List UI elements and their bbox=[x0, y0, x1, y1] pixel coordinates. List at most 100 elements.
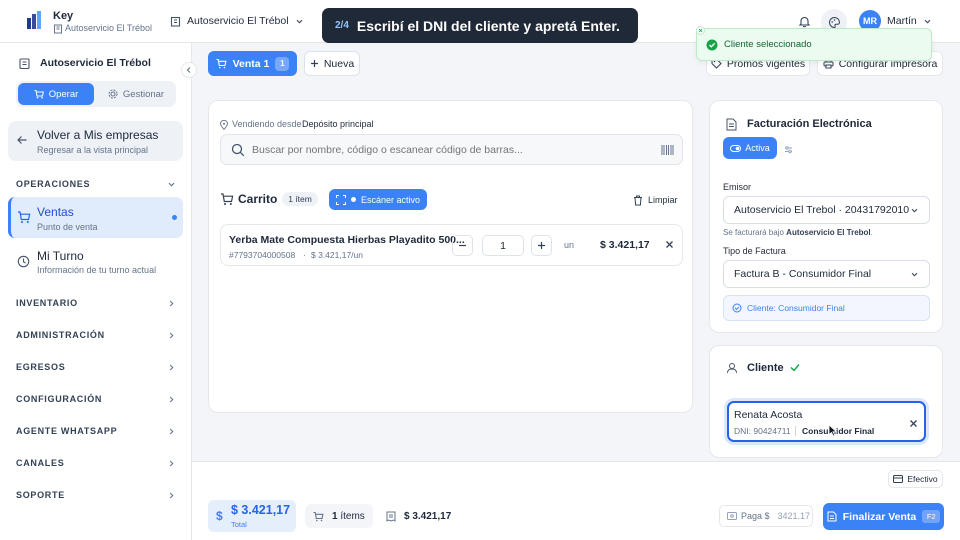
store-selector[interactable]: Autoservicio El Trébol bbox=[170, 13, 304, 29]
client-info-text: Cliente: Consumidor Final bbox=[747, 303, 845, 313]
scanner-label: Escáner activo bbox=[360, 194, 421, 205]
scanner-toggle-button[interactable]: Escáner activo bbox=[329, 189, 427, 210]
app-logo-icon bbox=[26, 10, 42, 30]
section-operaciones[interactable]: OPERACIONES bbox=[16, 177, 176, 191]
paid-amount-field[interactable]: Paga $ 3421.17 bbox=[719, 505, 813, 527]
tour-message: Escribí el DNI del cliente y apretá Ente… bbox=[356, 17, 620, 34]
section-agente-whatsapp[interactable]: AGENTE WHATSAPP bbox=[16, 424, 176, 438]
finalize-sale-button[interactable]: Finalizar Venta F2 bbox=[823, 503, 944, 530]
invoice-title: Facturación Electrónica bbox=[747, 118, 872, 130]
section-soporte[interactable]: SOPORTE bbox=[16, 488, 176, 502]
chevron-right-icon bbox=[167, 395, 176, 404]
emisor-note-suffix: . bbox=[870, 228, 873, 237]
toast-close-icon[interactable] bbox=[696, 26, 705, 35]
client-dni: DNI: 90424711 bbox=[734, 426, 791, 436]
decrease-quantity-button[interactable] bbox=[452, 235, 473, 256]
user-chevron-down-icon bbox=[923, 17, 932, 26]
tab-venta-1[interactable]: Venta 1 1 bbox=[208, 51, 297, 76]
cart-icon bbox=[220, 192, 234, 206]
chevron-right-icon bbox=[167, 427, 176, 436]
mode-switch: Operar Gestionar bbox=[16, 81, 176, 107]
selling-from-value: Depósito principal bbox=[302, 119, 374, 129]
new-sale-button[interactable]: Nueva bbox=[304, 51, 360, 76]
clear-cart-label: Limpiar bbox=[648, 195, 678, 205]
selected-client-card[interactable]: Renata Acosta DNI: 90424711 Consumidor F… bbox=[727, 401, 926, 442]
cash-icon bbox=[893, 475, 904, 483]
chevron-down-icon bbox=[295, 17, 304, 26]
section-label: AGENTE WHATSAPP bbox=[16, 426, 118, 436]
settings-sliders-icon[interactable] bbox=[784, 145, 793, 154]
tipo-factura-label: Tipo de Factura bbox=[723, 246, 786, 256]
section-configuracion[interactable]: CONFIGURACIÓN bbox=[16, 392, 176, 406]
chevron-down-icon bbox=[910, 206, 919, 215]
footer-bar: Efectivo $ $ 3.421,17 Total 1 ítems $ 3.… bbox=[192, 461, 960, 540]
client-title: Cliente bbox=[747, 362, 784, 374]
emisor-select[interactable]: Autoservicio El Trebol · 20431792010 bbox=[723, 196, 930, 224]
client-category: Consumidor Final bbox=[802, 426, 875, 436]
gear-icon bbox=[108, 89, 118, 99]
finalize-sale-label: Finalizar Venta bbox=[842, 510, 917, 523]
toggle-icon bbox=[730, 144, 742, 152]
total-box: $ $ 3.421,17 Total bbox=[208, 500, 296, 532]
scanner-dot bbox=[350, 197, 356, 202]
paid-value: 3421.17 bbox=[777, 511, 811, 521]
client-panel: Cliente Renata Acosta DNI: 90424711 Cons… bbox=[709, 345, 943, 458]
section-egresos[interactable]: EGRESOS bbox=[16, 360, 176, 374]
chevron-right-icon bbox=[167, 363, 176, 372]
tab-venta-label: Venta 1 bbox=[232, 57, 270, 70]
tipo-factura-select[interactable]: Factura B - Consumidor Final bbox=[723, 260, 930, 288]
remove-item-icon[interactable] bbox=[665, 240, 674, 249]
section-label: ADMINISTRACIÓN bbox=[16, 330, 105, 340]
collapse-sidebar-button[interactable] bbox=[181, 62, 197, 78]
items-count: 1 ítems bbox=[305, 504, 373, 528]
scan-frame-icon bbox=[335, 194, 346, 205]
emisor-value: Autoservicio El Trebol · 20431792010 bbox=[734, 204, 910, 216]
cart-title: Carrito bbox=[238, 192, 278, 206]
success-toast: Cliente seleccionado bbox=[696, 26, 932, 61]
cart-item-row: Yerba Mate Compuesta Hierbas Playadito 5… bbox=[220, 224, 683, 266]
sidebar-item-mi-turno[interactable]: Mi Turno Información de tu turno actual bbox=[8, 243, 183, 281]
active-dot bbox=[172, 215, 177, 220]
emisor-note: Se facturará bajo Autoservicio El Trebol… bbox=[723, 228, 873, 237]
document-icon bbox=[726, 118, 737, 131]
remove-client-icon[interactable] bbox=[909, 419, 918, 428]
chevron-right-icon bbox=[167, 459, 176, 468]
cart-icon bbox=[34, 89, 44, 99]
total-label: Total bbox=[231, 520, 247, 529]
user-name: Martín bbox=[887, 15, 917, 27]
section-inventario[interactable]: INVENTARIO bbox=[16, 296, 176, 310]
sidebar-item-ventas[interactable]: Ventas Punto de venta bbox=[8, 197, 183, 238]
quantity-input[interactable] bbox=[482, 235, 524, 256]
new-sale-label: Nueva bbox=[323, 57, 355, 70]
check-icon bbox=[790, 363, 800, 372]
item-unit: un bbox=[564, 240, 575, 250]
invoice-active-toggle[interactable]: Activa bbox=[723, 137, 777, 159]
bell-icon[interactable] bbox=[796, 13, 812, 29]
items-suffix: ítems bbox=[340, 510, 365, 522]
section-label: SOPORTE bbox=[16, 490, 65, 500]
section-canales[interactable]: CANALES bbox=[16, 456, 176, 470]
check-circle-icon bbox=[732, 303, 742, 313]
clear-cart-button[interactable]: Limpiar bbox=[633, 193, 678, 207]
product-search-box[interactable] bbox=[220, 134, 683, 165]
product-search-input[interactable] bbox=[252, 141, 632, 159]
increase-quantity-button[interactable] bbox=[531, 235, 552, 256]
payment-method-button[interactable]: Efectivo bbox=[888, 470, 943, 488]
section-administracion[interactable]: ADMINISTRACIÓN bbox=[16, 328, 176, 342]
emisor-note-company: Autoservicio El Trebol bbox=[786, 228, 871, 237]
section-label: CANALES bbox=[16, 458, 65, 468]
store-icon bbox=[53, 24, 63, 34]
turno-subtitle: Información de tu turno actual bbox=[37, 265, 157, 275]
item-name: Yerba Mate Compuesta Hierbas Playadito 5… bbox=[229, 234, 465, 246]
building-icon bbox=[170, 16, 181, 27]
mode-operar-button[interactable]: Operar bbox=[18, 83, 94, 105]
item-sep: · bbox=[303, 250, 306, 260]
sidebar: Autoservicio El Trébol Operar Gestionar … bbox=[0, 43, 197, 540]
location-pin-icon bbox=[220, 120, 228, 130]
tour-banner: 2/4 Escribí el DNI del cliente y apretá … bbox=[322, 8, 638, 43]
barcode-icon[interactable] bbox=[661, 144, 674, 156]
mode-gestionar-button[interactable]: Gestionar bbox=[98, 83, 174, 105]
ventas-title: Ventas bbox=[37, 205, 74, 219]
back-to-companies-button[interactable]: Volver a Mis empresas Regresar a la vist… bbox=[8, 121, 183, 161]
cart-icon bbox=[313, 511, 324, 522]
